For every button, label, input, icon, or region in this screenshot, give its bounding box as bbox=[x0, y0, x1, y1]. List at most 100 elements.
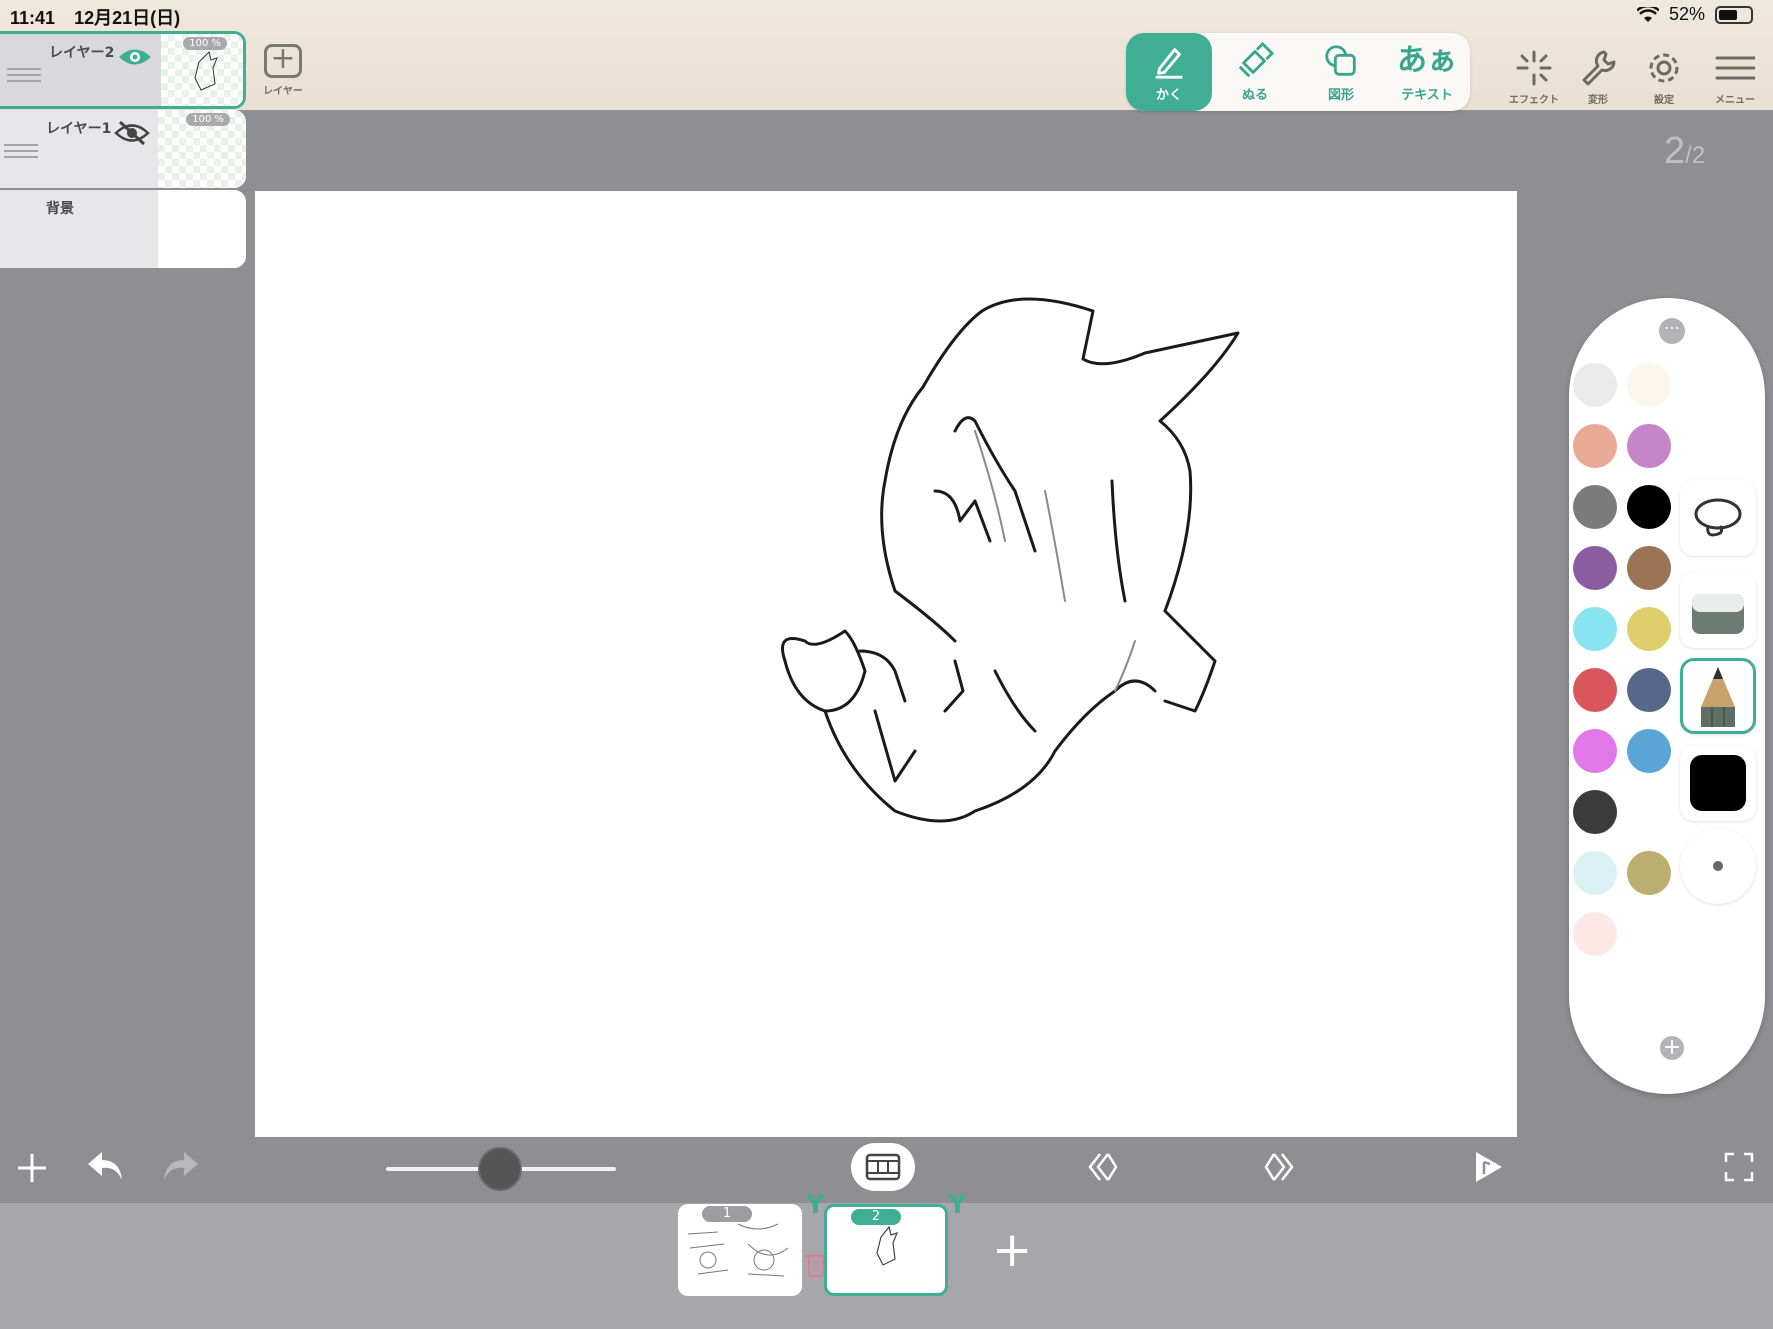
palette-more-icon[interactable]: ⋯ bbox=[1659, 318, 1685, 344]
wrench-icon bbox=[1582, 50, 1616, 86]
color-swatch[interactable] bbox=[1573, 851, 1617, 895]
brush-icon bbox=[1238, 41, 1274, 77]
color-swatch[interactable] bbox=[1573, 790, 1617, 834]
redo-icon[interactable] bbox=[160, 1150, 200, 1184]
wifi-icon bbox=[1636, 6, 1659, 22]
layer-row-2[interactable]: レイヤー2 100 % bbox=[0, 31, 246, 109]
color-swatch[interactable] bbox=[1627, 729, 1671, 773]
color-swatch[interactable] bbox=[1627, 546, 1671, 590]
tool-shape[interactable]: 図形 bbox=[1298, 33, 1384, 111]
character-sketch bbox=[781, 297, 1240, 823]
tool-text-label: テキスト bbox=[1401, 87, 1453, 103]
layer-thumbnail bbox=[158, 190, 246, 268]
color-swatch[interactable] bbox=[1573, 485, 1617, 529]
layer-row-background[interactable]: 背景 bbox=[0, 190, 246, 268]
lasso-icon bbox=[1694, 498, 1742, 537]
add-layer-label: レイヤー bbox=[263, 86, 303, 97]
tool-draw-label: かく bbox=[1155, 87, 1182, 103]
tool-shape-label: 図形 bbox=[1327, 87, 1354, 103]
menu-label: メニュー bbox=[1715, 95, 1755, 106]
frame-number: 2 bbox=[851, 1209, 901, 1225]
sparkle-icon bbox=[1516, 50, 1552, 86]
text-icon: あぁ bbox=[1397, 42, 1457, 78]
color-swatch[interactable] bbox=[1573, 668, 1617, 712]
color-swatch[interactable] bbox=[1573, 912, 1617, 956]
shapes-icon bbox=[1325, 44, 1356, 76]
hamburger-icon bbox=[1715, 56, 1755, 80]
frame-thumbnail-2[interactable]: 2 bbox=[824, 1204, 948, 1296]
settings-label: 設定 bbox=[1654, 95, 1674, 106]
color-swatch[interactable] bbox=[1573, 363, 1617, 407]
battery-icon bbox=[1715, 5, 1753, 24]
color-swatch[interactable] bbox=[1573, 729, 1617, 773]
color-swatch[interactable] bbox=[1627, 668, 1671, 712]
frame-thumbnail-1[interactable]: 1 bbox=[678, 1204, 802, 1296]
eye-icon[interactable] bbox=[117, 44, 153, 70]
brush-size-button[interactable] bbox=[1680, 828, 1756, 904]
current-color-button[interactable] bbox=[1680, 745, 1756, 821]
menu-button[interactable]: メニュー bbox=[1703, 48, 1767, 106]
color-swatch[interactable] bbox=[1573, 546, 1617, 590]
pen-icon bbox=[1155, 47, 1183, 79]
eye-off-icon[interactable] bbox=[114, 120, 150, 146]
settings-button[interactable]: 設定 bbox=[1632, 48, 1696, 106]
pencil-icon bbox=[1701, 667, 1735, 727]
transform-label: 変形 bbox=[1588, 95, 1608, 106]
fullscreen-icon[interactable] bbox=[1724, 1152, 1754, 1182]
drag-handle-icon[interactable] bbox=[7, 68, 41, 82]
tool-draw[interactable]: かく bbox=[1126, 33, 1212, 111]
layer-name: 背景 bbox=[46, 201, 74, 217]
drawing-tool-group: かく ぬる 図形 あぁ テキスト bbox=[1126, 33, 1470, 111]
eraser-icon bbox=[1692, 594, 1744, 634]
add-color-icon[interactable]: + bbox=[1660, 1036, 1684, 1060]
film-icon bbox=[865, 1153, 901, 1181]
color-swatch[interactable] bbox=[1627, 790, 1671, 834]
gear-icon bbox=[1649, 53, 1679, 83]
layer-row-1[interactable]: レイヤー1 100 % bbox=[0, 110, 246, 188]
effect-button[interactable]: エフェクト bbox=[1502, 48, 1566, 106]
undo-icon[interactable] bbox=[86, 1150, 126, 1184]
status-bar: 11:41 12月21日(日) bbox=[10, 4, 194, 30]
play-icon[interactable] bbox=[1472, 1150, 1504, 1184]
color-swatch[interactable] bbox=[1573, 607, 1617, 651]
add-layer-button[interactable]: レイヤー bbox=[258, 41, 308, 97]
color-swatch[interactable] bbox=[1627, 424, 1671, 468]
add-layer-icon bbox=[264, 41, 302, 78]
color-swatch[interactable] bbox=[1573, 424, 1617, 468]
film-mode-button[interactable] bbox=[851, 1143, 915, 1191]
color-swatch[interactable] bbox=[1627, 485, 1671, 529]
page-separator: / bbox=[1685, 142, 1692, 169]
eraser-tool[interactable] bbox=[1680, 572, 1756, 648]
drawing-canvas[interactable] bbox=[255, 191, 1517, 1137]
page-counter: 2/2 bbox=[1664, 130, 1705, 173]
color-swatch[interactable] bbox=[1627, 607, 1671, 651]
add-frame-button[interactable]: + bbox=[992, 1226, 1032, 1274]
drag-handle-icon[interactable] bbox=[4, 144, 38, 158]
layer-opacity: 100 % bbox=[183, 37, 227, 50]
status-right: 52% bbox=[1636, 4, 1753, 25]
frame-number: 1 bbox=[702, 1206, 752, 1222]
brush-size-dot bbox=[1713, 861, 1723, 871]
add-icon[interactable] bbox=[16, 1152, 48, 1184]
frame-marker-icon: Y bbox=[948, 1190, 967, 1220]
lasso-tool[interactable] bbox=[1680, 480, 1756, 556]
effect-label: エフェクト bbox=[1509, 95, 1559, 106]
tool-text[interactable]: あぁ テキスト bbox=[1384, 33, 1470, 111]
current-color-swatch bbox=[1690, 755, 1746, 811]
tool-fill[interactable]: ぬる bbox=[1212, 33, 1298, 111]
transform-button[interactable]: 変形 bbox=[1566, 48, 1630, 106]
page-total: 2 bbox=[1691, 142, 1706, 169]
prev-frame-icon[interactable] bbox=[1086, 1150, 1120, 1184]
pencil-tool[interactable] bbox=[1680, 658, 1756, 734]
color-swatch[interactable] bbox=[1627, 851, 1671, 895]
color-swatch[interactable] bbox=[1627, 363, 1671, 407]
next-frame-icon[interactable] bbox=[1262, 1150, 1296, 1184]
status-time: 11:41 bbox=[10, 8, 56, 28]
tool-fill-label: ぬる bbox=[1241, 87, 1268, 103]
layer-name: レイヤー1 bbox=[46, 121, 112, 137]
slider-knob[interactable] bbox=[478, 1147, 522, 1191]
layer-name: レイヤー2 bbox=[49, 45, 115, 61]
status-date: 12月21日(日) bbox=[74, 8, 181, 28]
frame-marker-icon: Y bbox=[806, 1190, 825, 1220]
battery-percent: 52% bbox=[1668, 4, 1705, 24]
